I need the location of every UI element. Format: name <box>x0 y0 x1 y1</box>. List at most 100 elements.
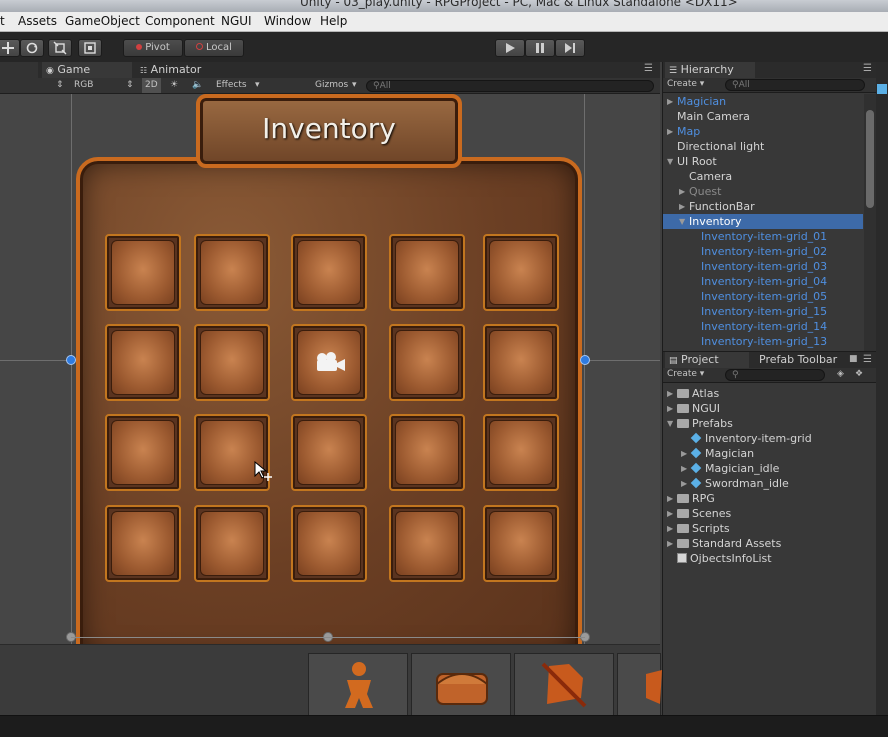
pivot-toggle-button[interactable]: Pivot <box>123 39 183 57</box>
project-item[interactable]: ▶ Atlas <box>663 386 863 401</box>
hierarchy-item[interactable]: ▶ Quest <box>663 184 863 199</box>
status-button[interactable] <box>308 653 408 716</box>
2d-toggle[interactable]: 2D <box>142 78 161 93</box>
lock-icon[interactable]: ■ <box>849 354 858 364</box>
panel-menu-icon[interactable]: ☰ <box>644 63 653 74</box>
hierarchy-item[interactable]: Main Camera <box>663 109 863 124</box>
collapsed-arrow-icon[interactable]: ▶ <box>667 521 673 536</box>
audio-toggle-icon[interactable]: 🔈 <box>192 78 203 93</box>
local-toggle-button[interactable]: Local <box>184 39 244 57</box>
equipment-button[interactable] <box>514 653 614 716</box>
inventory-slot[interactable] <box>483 414 559 491</box>
tab-game[interactable]: ◉ Game <box>42 62 132 78</box>
menu-ngui[interactable]: NGUI <box>221 14 252 28</box>
project-item[interactable]: ▶ Magician <box>663 446 863 461</box>
collapsed-arrow-icon[interactable]: ▶ <box>667 506 673 521</box>
rotate-tool-button[interactable] <box>20 39 44 57</box>
inventory-slot[interactable] <box>105 414 181 491</box>
tab-animator[interactable]: ☷ Animator <box>136 62 246 78</box>
project-item[interactable]: ▼ Prefabs <box>663 416 863 431</box>
project-item[interactable]: ▶ RPG <box>663 491 863 506</box>
hierarchy-create-button[interactable]: Create ▾ <box>667 79 704 89</box>
collapsed-arrow-icon[interactable]: ▶ <box>681 476 687 491</box>
hierarchy-item[interactable]: Inventory-item-grid_15 <box>663 304 863 319</box>
collapsed-arrow-icon[interactable]: ▶ <box>681 461 687 476</box>
inventory-slot[interactable] <box>105 324 181 401</box>
game-search-input[interactable]: ⚲All <box>366 80 654 92</box>
effects-dropdown[interactable]: Effects <box>216 78 247 93</box>
handle-right[interactable] <box>580 355 590 365</box>
hierarchy-item[interactable]: Inventory-item-grid_14 <box>663 319 863 334</box>
hierarchy-item[interactable]: ▶ Magician <box>663 94 863 109</box>
project-search-input[interactable]: ⚲ <box>725 369 825 381</box>
project-item[interactable]: ▶ Standard Assets <box>663 536 863 551</box>
step-button[interactable] <box>555 39 585 57</box>
inventory-slot[interactable] <box>389 414 465 491</box>
project-item[interactable]: ▶ NGUI <box>663 401 863 416</box>
project-item[interactable]: ▶ Magician_idle <box>663 461 863 476</box>
project-create-button[interactable]: Create ▾ <box>667 369 704 379</box>
tab-scene[interactable] <box>0 62 38 78</box>
inventory-slot[interactable] <box>483 505 559 582</box>
hierarchy-item[interactable]: Directional light <box>663 139 863 154</box>
gizmos-dropdown[interactable]: Gizmos <box>315 78 348 93</box>
project-item[interactable]: Inventory-item-grid <box>663 431 863 446</box>
scale-tool-button[interactable] <box>48 39 72 57</box>
handle-left[interactable] <box>66 355 76 365</box>
tab-prefab-toolbar[interactable]: Prefab Toolbar <box>755 352 841 368</box>
tab-project[interactable]: ▤ Project <box>665 352 749 368</box>
hierarchy-item[interactable]: Inventory-item-grid_01 <box>663 229 863 244</box>
play-button[interactable] <box>495 39 525 57</box>
gizmos-dropdown-arrow[interactable]: ▾ <box>352 78 357 93</box>
hierarchy-item[interactable]: ▶ FunctionBar <box>663 199 863 214</box>
pause-button[interactable] <box>525 39 555 57</box>
hierarchy-item[interactable]: Inventory-item-grid_04 <box>663 274 863 289</box>
menu-help[interactable]: Help <box>320 14 347 28</box>
collapsed-arrow-icon[interactable]: ▶ <box>667 491 673 506</box>
inventory-slot[interactable] <box>483 324 559 401</box>
inventory-slot[interactable] <box>291 234 367 311</box>
skill-button[interactable] <box>617 653 662 716</box>
inventory-slot[interactable] <box>389 234 465 311</box>
hierarchy-item[interactable]: Inventory-item-grid_05 <box>663 289 863 304</box>
project-menu-icon[interactable]: ☰ <box>863 354 872 365</box>
hierarchy-item[interactable]: ▶ Map <box>663 124 863 139</box>
inventory-slot[interactable] <box>389 324 465 401</box>
hierarchy-search-input[interactable]: ⚲All <box>725 79 865 91</box>
effects-dropdown-arrow[interactable]: ▾ <box>255 78 260 93</box>
inventory-slot[interactable] <box>194 324 270 401</box>
expanded-arrow-icon[interactable]: ▼ <box>667 154 673 169</box>
collapsed-arrow-icon[interactable]: ▶ <box>679 184 685 199</box>
project-item[interactable]: ▶ Scripts <box>663 521 863 536</box>
lighting-toggle-icon[interactable]: ☀ <box>170 78 178 93</box>
move-tool-button[interactable] <box>0 39 20 57</box>
inventory-slot[interactable] <box>389 505 465 582</box>
hierarchy-item[interactable]: Inventory-item-grid_13 <box>663 334 863 349</box>
hierarchy-item[interactable]: ▼ UI Root <box>663 154 863 169</box>
game-viewport[interactable]: Inventory <box>0 94 660 644</box>
hierarchy-item[interactable]: Inventory-item-grid_02 <box>663 244 863 259</box>
expanded-arrow-icon[interactable]: ▼ <box>679 214 685 229</box>
rgb-dropdown-arrow[interactable]: ⇕ <box>126 78 134 93</box>
inventory-slot[interactable] <box>194 505 270 582</box>
menu-window[interactable]: Window <box>264 14 311 28</box>
collapsed-arrow-icon[interactable]: ▶ <box>679 199 685 214</box>
hierarchy-item[interactable]: Inventory-item-grid_03 <box>663 259 863 274</box>
project-item[interactable]: OjbectsInfoList <box>663 551 863 566</box>
inventory-slot[interactable] <box>105 505 181 582</box>
menu-gameobject[interactable]: GameObject <box>65 14 140 28</box>
inventory-slot[interactable] <box>291 505 367 582</box>
hierarchy-item[interactable]: ▼ Inventory <box>663 214 863 229</box>
project-item[interactable]: ▶ Swordman_idle <box>663 476 863 491</box>
collapsed-arrow-icon[interactable]: ▶ <box>667 386 673 401</box>
filter-label-icon[interactable]: ❖ <box>855 369 863 379</box>
inventory-slot[interactable] <box>483 234 559 311</box>
project-item[interactable]: ▶ Scenes <box>663 506 863 521</box>
hierarchy-menu-icon[interactable]: ☰ <box>863 63 872 74</box>
collapsed-arrow-icon[interactable]: ▶ <box>667 124 673 139</box>
collapsed-arrow-icon[interactable]: ▶ <box>667 536 673 551</box>
hierarchy-item[interactable]: Camera <box>663 169 863 184</box>
hierarchy-scrollbar-thumb[interactable] <box>866 110 874 208</box>
collapsed-arrow-icon[interactable]: ▶ <box>667 401 673 416</box>
shading-dropdown-arrow[interactable]: ⇕ <box>56 78 64 93</box>
